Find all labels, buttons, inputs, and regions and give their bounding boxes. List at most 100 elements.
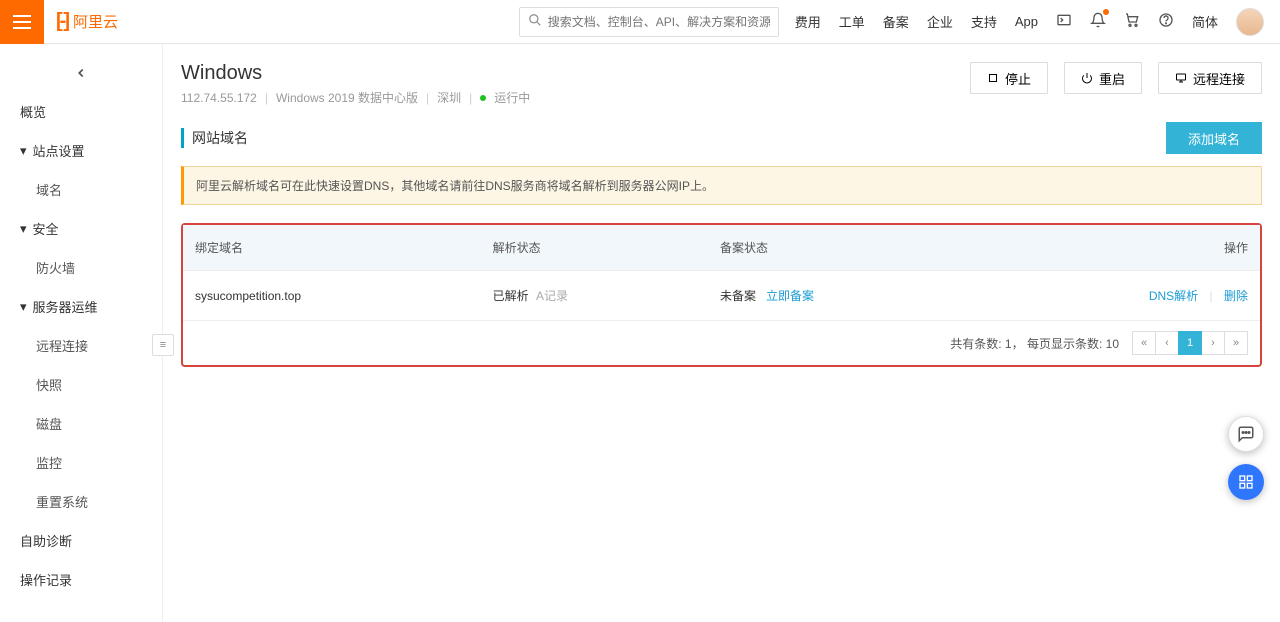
sidebar-item-remote[interactable]: 远程连接 bbox=[0, 326, 162, 365]
caret-down-icon: ▾ bbox=[20, 143, 27, 159]
add-domain-button[interactable]: 添加域名 bbox=[1166, 122, 1262, 154]
sidebar-item-logs[interactable]: 操作记录 bbox=[0, 560, 162, 599]
sidebar-group-site[interactable]: ▾ 站点设置 bbox=[0, 131, 162, 170]
dns-link[interactable]: DNS解析 bbox=[1149, 289, 1198, 303]
sidebar-item-domain[interactable]: 域名 bbox=[0, 170, 162, 209]
button-label: 远程连接 bbox=[1193, 69, 1245, 88]
th-resolve: 解析状态 bbox=[481, 225, 708, 271]
server-region: 深圳 bbox=[437, 89, 461, 106]
sidebar-item-label: 安全 bbox=[33, 219, 59, 238]
brand-logo[interactable]: [-] 阿里云 bbox=[56, 10, 118, 33]
bell-icon[interactable] bbox=[1090, 12, 1106, 31]
nav-lang[interactable]: 简体 bbox=[1192, 12, 1218, 31]
pager-next[interactable]: › bbox=[1201, 331, 1225, 355]
grid-icon bbox=[1238, 474, 1254, 490]
remote-button[interactable]: 远程连接 bbox=[1158, 62, 1262, 94]
power-icon bbox=[1081, 72, 1093, 84]
sidebar-item-label: 自助诊断 bbox=[20, 531, 72, 550]
tip-text: 阿里云解析域名可在此快速设置DNS，其他域名请前往DNS服务商将域名解析到服务器… bbox=[196, 179, 714, 193]
sidebar-collapse-toggle[interactable]: ≡ bbox=[152, 334, 174, 356]
page-header: Windows 112.74.55.172 | Windows 2019 数据中… bbox=[181, 62, 1262, 106]
section-header: 网站域名 添加域名 bbox=[181, 122, 1262, 154]
page-subtitle: 112.74.55.172 | Windows 2019 数据中心版 | 深圳 … bbox=[181, 89, 530, 106]
sidebar-back[interactable] bbox=[0, 58, 162, 92]
nav-filing[interactable]: 备案 bbox=[883, 12, 909, 31]
sidebar-item-diagnosis[interactable]: 自助诊断 bbox=[0, 521, 162, 560]
filing-link[interactable]: 立即备案 bbox=[766, 289, 814, 303]
sidebar-item-label: 防火墙 bbox=[36, 258, 75, 277]
sidebar-item-label: 操作记录 bbox=[20, 570, 72, 589]
hamburger-icon bbox=[13, 15, 31, 29]
help-icon[interactable] bbox=[1158, 12, 1174, 31]
th-domain: 绑定域名 bbox=[183, 225, 481, 271]
cell-resolve: 已解析 A记录 bbox=[481, 271, 708, 321]
search-icon bbox=[528, 13, 542, 30]
th-filing: 备案状态 bbox=[708, 225, 978, 271]
pager-prev[interactable]: ‹ bbox=[1155, 331, 1179, 355]
menu-toggle[interactable] bbox=[0, 0, 44, 44]
float-chat-button[interactable] bbox=[1228, 416, 1264, 452]
info-tip: 阿里云解析域名可在此快速设置DNS，其他域名请前往DNS服务商将域名解析到服务器… bbox=[181, 166, 1262, 205]
float-apps-button[interactable] bbox=[1228, 464, 1264, 500]
notification-dot bbox=[1103, 9, 1109, 15]
server-os: Windows 2019 数据中心版 bbox=[276, 89, 418, 106]
topbar-links: 费用 工单 备案 企业 支持 App 简体 bbox=[795, 8, 1280, 36]
pager-last[interactable]: » bbox=[1224, 331, 1248, 355]
sidebar-item-label: 快照 bbox=[36, 375, 62, 394]
sidebar-item-label: 重置系统 bbox=[36, 492, 88, 511]
global-search[interactable] bbox=[519, 7, 779, 37]
pager-page-1[interactable]: 1 bbox=[1178, 331, 1202, 355]
brand-name: 阿里云 bbox=[73, 11, 118, 32]
sidebar: 概览 ▾ 站点设置 域名 ▾ 安全 防火墙 ▾ 服务器运维 远程连接 快照 磁盘 监控… bbox=[0, 44, 163, 622]
search-input[interactable] bbox=[548, 15, 770, 29]
page-title: Windows bbox=[181, 62, 530, 85]
monitor-icon bbox=[1175, 72, 1187, 84]
cell-domain: sysucompetition.top bbox=[183, 271, 481, 321]
caret-down-icon: ▾ bbox=[20, 299, 27, 315]
th-action: 操作 bbox=[978, 225, 1260, 271]
delete-link[interactable]: 删除 bbox=[1224, 289, 1248, 303]
button-label: 停止 bbox=[1005, 69, 1031, 88]
sidebar-item-monitor[interactable]: 监控 bbox=[0, 443, 162, 482]
status-dot-icon bbox=[480, 95, 486, 101]
pager: « ‹ 1 › » bbox=[1133, 331, 1248, 355]
resolve-type: A记录 bbox=[536, 289, 568, 303]
table-row: sysucompetition.top 已解析 A记录 未备案 立即备案 DNS… bbox=[183, 271, 1260, 321]
sidebar-item-label: 监控 bbox=[36, 453, 62, 472]
domain-table: 绑定域名 解析状态 备案状态 操作 sysucompetition.top 已解… bbox=[183, 225, 1260, 320]
stop-button[interactable]: 停止 bbox=[970, 62, 1048, 94]
nav-support[interactable]: 支持 bbox=[971, 12, 997, 31]
sidebar-group-security[interactable]: ▾ 安全 bbox=[0, 209, 162, 248]
sidebar-item-disk[interactable]: 磁盘 bbox=[0, 404, 162, 443]
sidebar-item-reset[interactable]: 重置系统 bbox=[0, 482, 162, 521]
pagination-summary: 共有条数: 1， 每页显示条数: 10 bbox=[950, 335, 1119, 352]
nav-ticket[interactable]: 工单 bbox=[839, 12, 865, 31]
restart-button[interactable]: 重启 bbox=[1064, 62, 1142, 94]
nav-fees[interactable]: 费用 bbox=[795, 12, 821, 31]
sidebar-item-label: 概览 bbox=[20, 102, 46, 121]
resolve-status: 已解析 bbox=[493, 289, 529, 303]
pager-first[interactable]: « bbox=[1132, 331, 1156, 355]
cart-icon[interactable] bbox=[1124, 12, 1140, 31]
caret-down-icon: ▾ bbox=[20, 221, 27, 237]
chevron-left-icon bbox=[74, 66, 88, 80]
sidebar-item-overview[interactable]: 概览 bbox=[0, 92, 162, 131]
logo-bracket-icon: [-] bbox=[56, 10, 67, 33]
topbar: [-] 阿里云 费用 工单 备案 企业 支持 App 简体 bbox=[0, 0, 1280, 44]
avatar[interactable] bbox=[1236, 8, 1264, 36]
filing-status: 未备案 bbox=[720, 289, 756, 303]
domain-table-wrapper: 绑定域名 解析状态 备案状态 操作 sysucompetition.top 已解… bbox=[181, 223, 1262, 367]
terminal-icon[interactable] bbox=[1056, 12, 1072, 31]
nav-app[interactable]: App bbox=[1015, 14, 1038, 29]
sidebar-item-snapshot[interactable]: 快照 bbox=[0, 365, 162, 404]
cell-actions: DNS解析 | 删除 bbox=[978, 271, 1260, 321]
page-actions: 停止 重启 远程连接 bbox=[970, 62, 1262, 94]
main-content: Windows 112.74.55.172 | Windows 2019 数据中… bbox=[163, 44, 1280, 622]
sidebar-item-label: 远程连接 bbox=[36, 336, 88, 355]
table-footer: 共有条数: 1， 每页显示条数: 10 « ‹ 1 › » bbox=[183, 320, 1260, 365]
sidebar-item-firewall[interactable]: 防火墙 bbox=[0, 248, 162, 287]
sidebar-item-label: 站点设置 bbox=[33, 141, 85, 160]
nav-enterprise[interactable]: 企业 bbox=[927, 12, 953, 31]
sidebar-item-label: 服务器运维 bbox=[33, 297, 98, 316]
sidebar-group-ops[interactable]: ▾ 服务器运维 bbox=[0, 287, 162, 326]
